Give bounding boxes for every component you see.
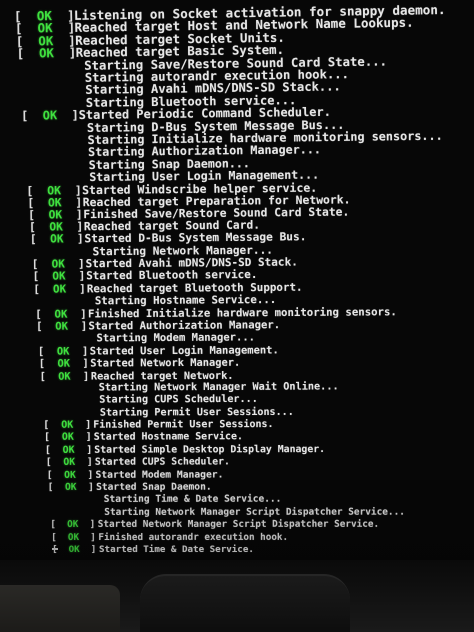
ok-label: OK xyxy=(52,269,66,283)
monitor-screen: [ OK ] Listening on Socket activation for… xyxy=(0,0,474,560)
bracket-open: [ xyxy=(43,432,50,444)
ok-label: OK xyxy=(56,345,70,358)
bracket-open: [ xyxy=(16,46,25,61)
photo-of-monitor: [ OK ] Listening on Socket activation for… xyxy=(0,0,474,632)
ok-label: OK xyxy=(52,282,67,296)
ok-label: OK xyxy=(51,257,65,271)
ok-status-badge: [ OK ] xyxy=(52,543,96,557)
bracket-close: ] xyxy=(81,345,89,358)
console-line-text: Started Time & Date Service. xyxy=(99,544,254,555)
bracket-open: [ xyxy=(33,282,40,296)
bracket-open: [ xyxy=(35,307,42,321)
ok-label: OK xyxy=(58,370,71,383)
ok-label: OK xyxy=(62,444,75,456)
ok-label: OK xyxy=(64,469,76,481)
ok-label: OK xyxy=(49,220,63,234)
ok-status-badge: [ OK ] xyxy=(30,232,84,246)
bracket-open: [ xyxy=(45,457,52,469)
monitor-stand xyxy=(140,574,350,632)
bracket-open: [ xyxy=(50,519,56,531)
ok-label: OK xyxy=(64,481,77,493)
bracket-open: [ xyxy=(39,370,46,383)
bracket-close: ] xyxy=(79,282,86,296)
desk-object xyxy=(0,585,120,632)
ok-label: OK xyxy=(55,319,69,333)
bracket-open: [ xyxy=(37,345,45,358)
bracket-close: ] xyxy=(86,456,93,468)
boot-console: [ OK ] Listening on Socket activation for… xyxy=(0,0,474,560)
ok-label: OK xyxy=(61,432,74,444)
bracket-close: ] xyxy=(76,232,84,246)
ok-label: OK xyxy=(63,456,76,469)
bracket-close: ] xyxy=(87,469,94,481)
bracket-open: [ xyxy=(46,469,53,481)
ok-label: OK xyxy=(57,357,70,370)
bracket-close: ] xyxy=(85,419,92,431)
ok-label: OK xyxy=(67,531,80,543)
ok-label: OK xyxy=(42,108,58,123)
ok-label: OK xyxy=(50,232,64,246)
bracket-open: [ xyxy=(51,531,57,543)
bracket-close: ] xyxy=(76,219,84,233)
bracket-open: [ xyxy=(32,269,40,284)
ok-status-badge: [ OK ] xyxy=(48,481,94,495)
bracket-close: ] xyxy=(78,257,85,271)
ok-status-badge: [ OK ] xyxy=(36,319,87,333)
ok-status-badge: [ OK ] xyxy=(21,108,79,123)
ok-label: OK xyxy=(61,419,74,431)
bracket-open: [ xyxy=(44,444,51,456)
bracket-open: [ xyxy=(43,419,50,431)
ok-status-badge: [ OK ] xyxy=(33,282,85,296)
bracket-close: ] xyxy=(88,481,94,493)
bracket-close: ] xyxy=(78,269,86,283)
ok-label: OK xyxy=(68,544,80,555)
bracket-close: ] xyxy=(90,531,96,543)
bracket-close: ] xyxy=(80,319,88,333)
ok-label: OK xyxy=(38,46,55,61)
bracket-open: [ xyxy=(21,108,29,123)
bracket-close: ] xyxy=(90,544,97,555)
bracket-open: [ xyxy=(36,319,43,333)
ok-status-badge: [ OK ] xyxy=(17,46,77,61)
bracket-close: ] xyxy=(89,519,96,531)
bracket-close: ] xyxy=(86,444,93,456)
console-cursor xyxy=(52,548,58,550)
ok-status-badge: [ OK ] xyxy=(40,369,90,383)
bracket-open: [ xyxy=(28,220,36,234)
bracket-close: ] xyxy=(82,370,90,383)
bracket-open: [ xyxy=(29,232,37,246)
ok-label: OK xyxy=(67,519,79,531)
bracket-close: ] xyxy=(80,306,87,320)
bracket-open: [ xyxy=(38,357,45,370)
ok-label: OK xyxy=(54,307,68,321)
bracket-close: ] xyxy=(85,432,92,444)
bracket-open: [ xyxy=(47,481,54,493)
bracket-open: [ xyxy=(31,257,39,271)
bracket-close: ] xyxy=(82,357,89,370)
